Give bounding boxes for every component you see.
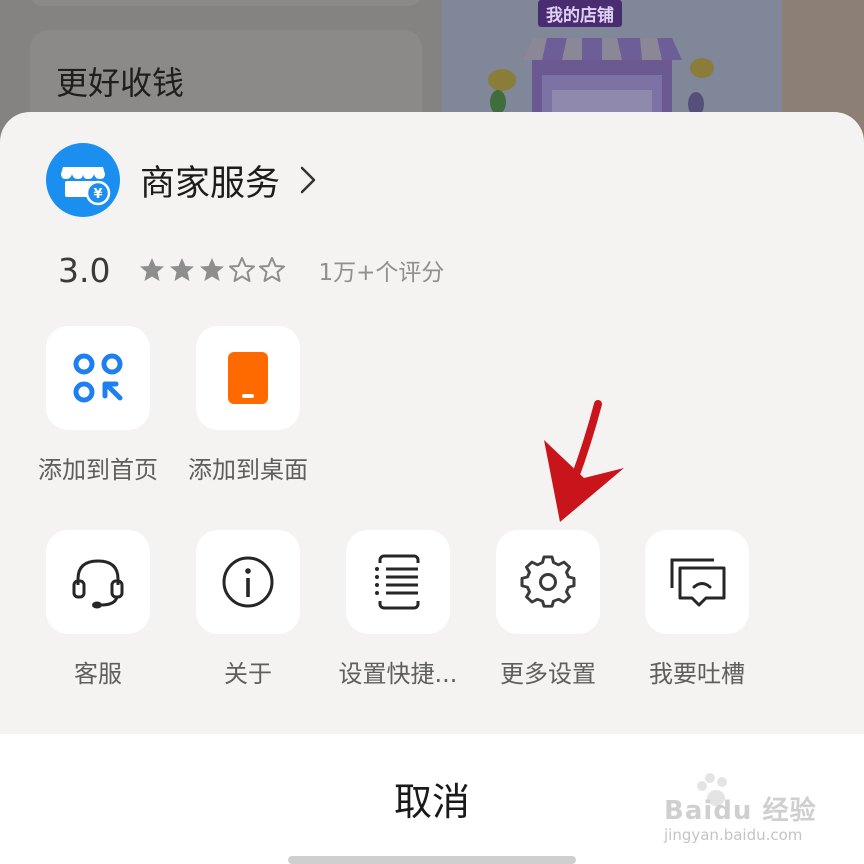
rating-row: 3.0 1万+个评分	[58, 250, 444, 290]
store-yuan-icon: ¥	[46, 143, 120, 217]
add-to-home-icon	[73, 353, 123, 403]
gear-icon	[520, 555, 576, 608]
feedback-icon	[670, 558, 726, 607]
chevron-right-icon	[300, 166, 316, 194]
star-empty-icon	[259, 257, 286, 282]
app-name: 商家服务	[140, 163, 281, 204]
star-empty-icon	[229, 257, 256, 282]
add-to-desktop-button[interactable]	[196, 326, 300, 430]
app-header[interactable]: ¥ 商家服务	[46, 143, 318, 217]
about-button[interactable]	[196, 530, 300, 634]
annotation-arrow	[544, 400, 624, 522]
add-to-home-label: 添加到首页	[38, 456, 158, 484]
cancel-button[interactable]: 取消	[332, 774, 532, 830]
watermark-brand: Baidu 经验	[664, 796, 817, 826]
add-to-home-button[interactable]	[46, 326, 150, 430]
feedback-label: 我要吐槽	[649, 660, 745, 688]
more-settings-label: 更多设置	[500, 660, 596, 688]
shortcut-settings-label: 设置快捷...	[338, 660, 458, 688]
more-settings-button[interactable]	[496, 530, 600, 634]
store-banner-label: 我的店铺	[538, 0, 622, 27]
rating-score: 3.0	[58, 250, 111, 290]
svg-text:¥: ¥	[93, 187, 102, 202]
star-filled-icon	[200, 258, 225, 281]
app-action-sheet: ¥ 商家服务 3.0 1万+个评分 添加到首页 添加到桌面 客服 关于 设置快捷…	[0, 112, 864, 734]
feedback-button[interactable]	[645, 530, 749, 634]
info-icon	[222, 556, 274, 608]
rating-stars	[138, 256, 286, 284]
add-to-desktop-label: 添加到桌面	[188, 456, 308, 484]
customer-service-label: 客服	[74, 660, 122, 688]
headset-icon	[72, 559, 124, 609]
star-filled-icon	[170, 258, 195, 281]
background-card-title: 更好收钱	[56, 64, 185, 102]
rating-count: 1万+个评分	[318, 260, 445, 286]
about-label: 关于	[224, 660, 272, 688]
shortcut-settings-button[interactable]	[346, 530, 450, 634]
home-indicator[interactable]	[288, 856, 576, 864]
customer-service-button[interactable]	[46, 530, 150, 634]
phone-icon	[228, 352, 268, 404]
background-card	[30, 0, 422, 6]
watermark-url: jingyan.baidu.com	[664, 826, 803, 844]
star-filled-icon	[140, 258, 165, 281]
shortcut-list-icon	[372, 554, 424, 610]
